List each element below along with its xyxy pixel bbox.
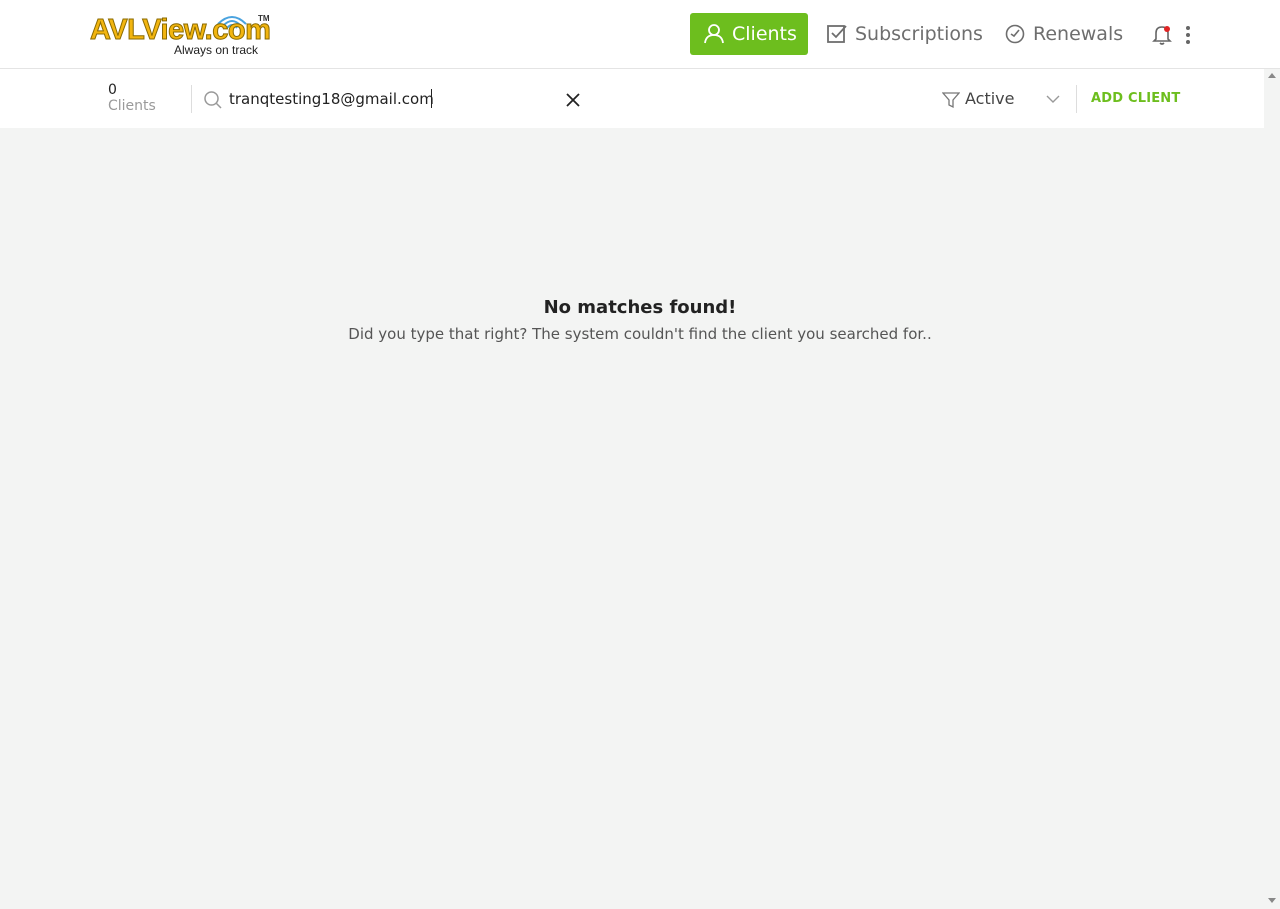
client-count-number: 0 [108,82,117,98]
renewal-icon [1004,23,1026,45]
client-count-label: Clients [108,98,156,114]
clear-search-icon[interactable] [565,92,581,108]
clients-toolbar: 0 Clients Active ADD CLIENT [0,69,1264,128]
top-navigation-bar: AVLView.com TM Always on track Clients S… [0,0,1280,69]
more-menu-icon[interactable] [1180,24,1196,46]
nav-subscriptions-label: Subscriptions [855,23,983,45]
nav-clients-label: Clients [732,23,797,45]
user-icon [703,23,725,45]
logo-tagline: Always on track [174,43,259,57]
logo-trademark: TM [258,14,270,23]
nav-subscriptions[interactable]: Subscriptions [826,13,983,55]
filter-icon [942,92,960,109]
checkbox-icon [826,23,848,45]
divider [1076,85,1077,113]
status-filter-select[interactable]: Active [965,89,1015,108]
scroll-down-arrow-icon[interactable] [1268,898,1276,903]
vertical-scrollbar[interactable] [1264,69,1280,909]
avlview-logo[interactable]: AVLView.com TM Always on track [88,8,273,60]
text-cursor [431,89,432,108]
chevron-down-icon[interactable] [1046,93,1060,105]
nav-clients[interactable]: Clients [690,13,808,55]
search-input[interactable] [229,86,559,112]
notifications-bell-icon[interactable] [1152,24,1172,46]
logo-text: AVLView.com [89,14,271,46]
scroll-up-arrow-icon[interactable] [1268,73,1276,78]
divider [191,85,192,113]
empty-state-message: Did you type that right? The system coul… [348,325,932,343]
empty-state: No matches found! Did you type that righ… [0,296,1280,344]
nav-renewals[interactable]: Renewals [1004,13,1123,55]
client-count: 0 Clients [108,83,156,115]
add-client-button[interactable]: ADD CLIENT [1091,91,1180,106]
search-icon [204,91,222,109]
empty-state-title: No matches found! [543,297,737,318]
nav-renewals-label: Renewals [1033,23,1124,45]
